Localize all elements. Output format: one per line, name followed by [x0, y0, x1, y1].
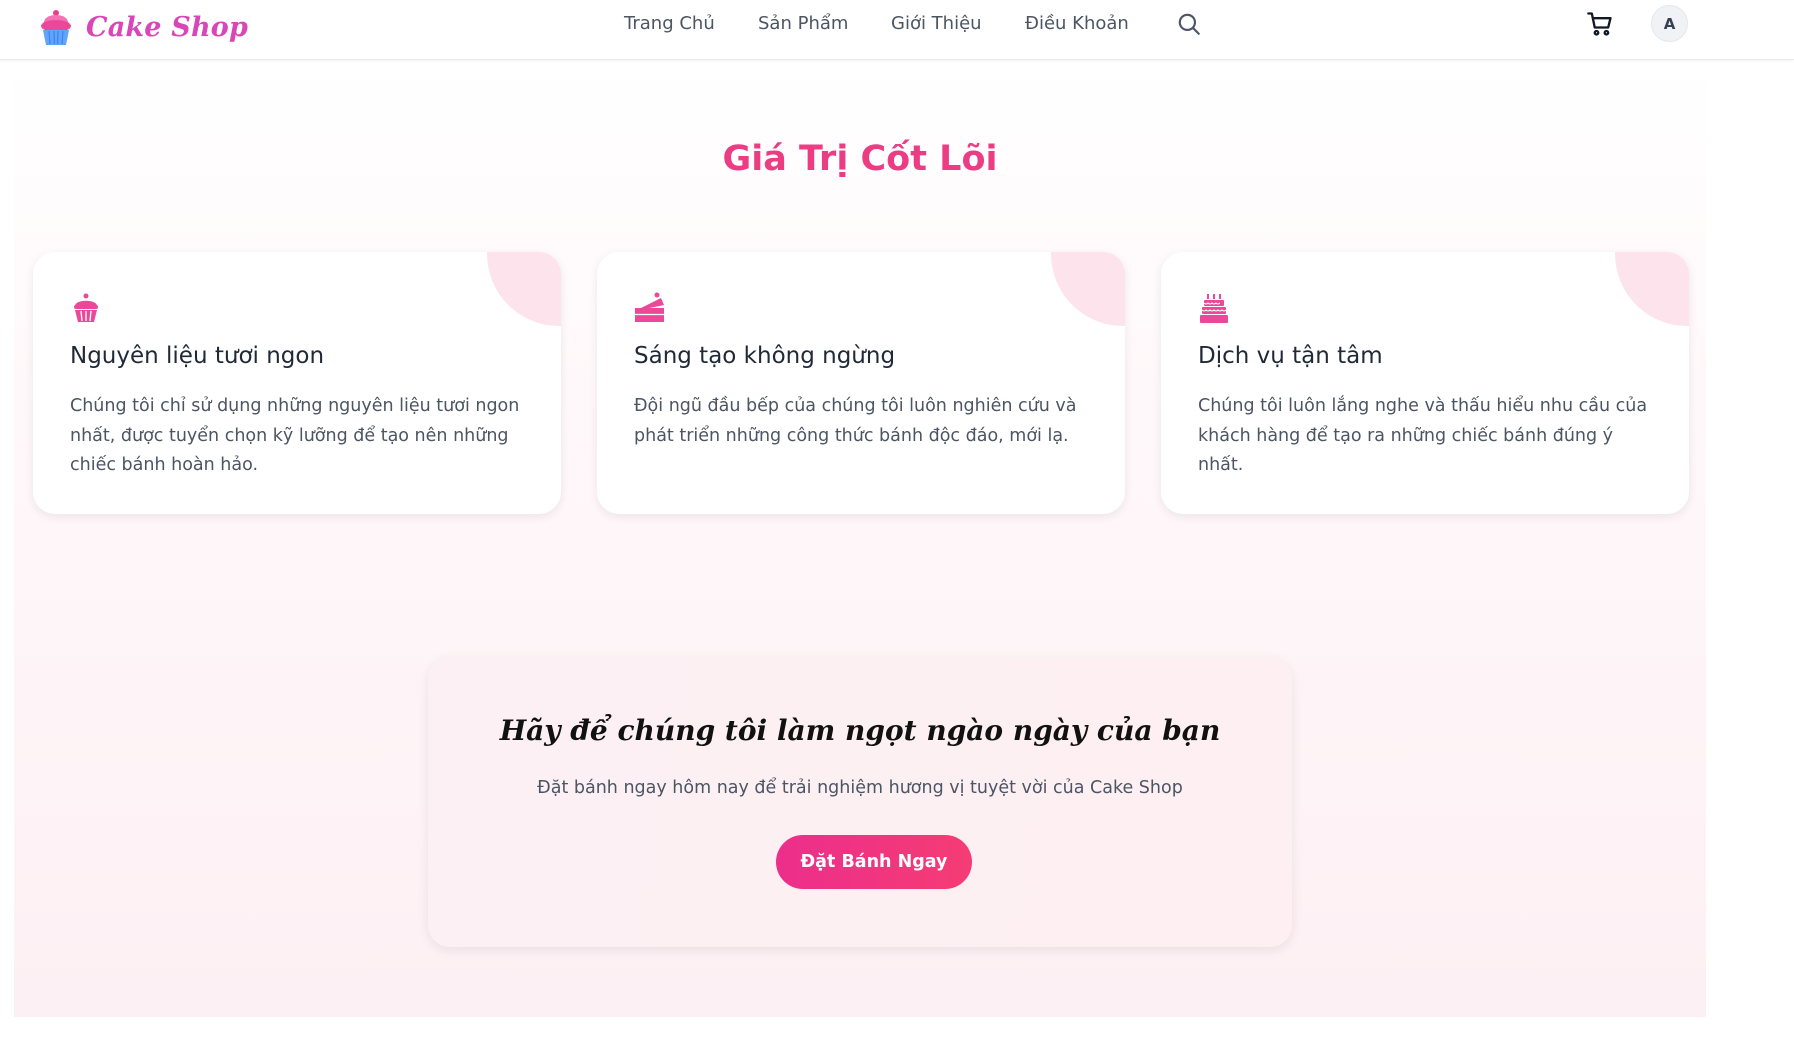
cart-icon[interactable]: [1586, 10, 1614, 38]
section-title: Giá Trị Cốt Lõi: [722, 139, 998, 179]
about-section: Giá Trị Cốt Lõi Nguyên liệu tươi ngon Ch…: [14, 61, 1706, 1017]
card-title: Nguyên liệu tươi ngon: [70, 343, 325, 369]
card-title: Dịch vụ tận tâm: [1198, 343, 1383, 369]
value-card: Dịch vụ tận tâm Chúng tôi luôn lắng nghe…: [1161, 252, 1689, 514]
card-decoration: [1051, 252, 1125, 326]
nav-products[interactable]: Sản Phẩm: [758, 13, 848, 34]
card-description: Đội ngũ đầu bếp của chúng tôi luôn nghiê…: [634, 396, 1077, 446]
value-card: Sáng tạo không ngừng Đội ngũ đầu bếp của…: [597, 252, 1125, 514]
card-title: Sáng tạo không ngừng: [634, 343, 896, 369]
search-icon[interactable]: [1176, 11, 1202, 37]
main-nav: Trang Chủ Sản Phẩm Giới Thiệu Điều Khoản: [0, 0, 1794, 48]
nav-home[interactable]: Trang Chủ: [624, 13, 715, 34]
nav-terms[interactable]: Điều Khoản: [1025, 13, 1129, 34]
card-decoration: [487, 252, 561, 326]
card-description: Chúng tôi chỉ sử dụng những nguyên liệu …: [70, 396, 520, 475]
cta-subtitle: Đặt bánh ngay hôm nay để trải nghiệm hươ…: [537, 778, 1183, 798]
card-description: Chúng tôi luôn lắng nghe và thấu hiểu nh…: [1198, 396, 1648, 475]
cupcake-icon: [74, 293, 98, 322]
cta-box: Hãy để chúng tôi làm ngọt ngào ngày của …: [428, 658, 1292, 947]
site-header: Cake Shop Trang Chủ Sản Phẩm Giới Thiệu …: [0, 0, 1794, 60]
card-decoration: [1615, 252, 1689, 326]
nav-about[interactable]: Giới Thiệu: [891, 13, 982, 34]
cake-slice-icon: [635, 292, 664, 322]
cta-title: Hãy để chúng tôi làm ngọt ngào ngày của …: [499, 714, 1221, 747]
birthday-cake-icon: [1200, 294, 1228, 323]
user-avatar[interactable]: A: [1651, 5, 1688, 42]
order-now-button[interactable]: Đặt Bánh Ngay: [776, 835, 972, 889]
value-card: Nguyên liệu tươi ngon Chúng tôi chỉ sử d…: [33, 252, 561, 514]
